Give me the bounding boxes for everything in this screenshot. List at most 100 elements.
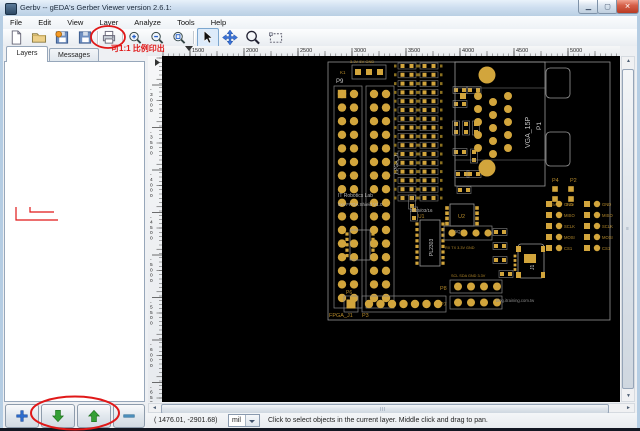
zoom-fit-button[interactable] bbox=[171, 30, 187, 45]
power-header-pads bbox=[355, 69, 383, 75]
tab-messages[interactable]: Messages bbox=[49, 48, 99, 62]
svg-text:0: 0 bbox=[150, 230, 153, 236]
spi-gnd: GND bbox=[602, 202, 611, 207]
svg-text:5: 5 bbox=[150, 310, 153, 316]
vga-label: VGA_15P bbox=[525, 117, 532, 148]
svg-text:5: 5 bbox=[150, 305, 153, 311]
minimize-button[interactable]: ▁ bbox=[578, 0, 599, 14]
units-combo[interactable]: mil bbox=[228, 414, 260, 427]
status-bar: ( 1476.01, -2901.68) mil Click to select… bbox=[146, 413, 637, 428]
p2-label: P2 bbox=[570, 178, 577, 184]
menu-layer[interactable]: Layer bbox=[92, 16, 125, 27]
zoom-tool-icon bbox=[246, 30, 260, 45]
scroll-down-icon[interactable]: ▼ bbox=[626, 394, 631, 399]
maximize-button[interactable]: ▢ bbox=[597, 0, 618, 14]
save-icon bbox=[78, 31, 92, 44]
svg-text:2000: 2000 bbox=[246, 48, 258, 54]
save-as-icon bbox=[55, 30, 69, 44]
spi-sclk: SCLK bbox=[602, 224, 613, 229]
plus-icon bbox=[16, 410, 28, 422]
status-hint: Click to select objects in the current l… bbox=[268, 417, 488, 424]
svg-text:0: 0 bbox=[150, 273, 153, 279]
p8-label: P8 bbox=[440, 286, 447, 292]
fpga-j1-label: FPGA_J1 bbox=[329, 313, 353, 319]
menu-tools[interactable]: Tools bbox=[170, 16, 202, 27]
menu-edit[interactable]: Edit bbox=[31, 16, 58, 27]
svg-text:5000: 5000 bbox=[570, 48, 582, 54]
title-bar[interactable]: Gerbv -- gEDA's Gerber Viewer version 2.… bbox=[0, 0, 640, 17]
svg-text:0: 0 bbox=[150, 400, 153, 402]
svg-text:0: 0 bbox=[150, 150, 153, 156]
menu-bar: File Edit View Layer Analyze Tools Help bbox=[3, 16, 637, 30]
tab-layers[interactable]: Layers bbox=[6, 46, 48, 62]
menu-analyze[interactable]: Analyze bbox=[127, 16, 168, 27]
new-file-button[interactable] bbox=[8, 30, 24, 45]
units-dropdown-arrow-icon[interactable] bbox=[245, 415, 259, 426]
open-folder-icon bbox=[31, 33, 47, 43]
remove-layer-button[interactable] bbox=[113, 404, 145, 428]
svg-text:3000: 3000 bbox=[354, 48, 366, 54]
svg-text:4500: 4500 bbox=[516, 48, 528, 54]
annotation-print-note: 可1:1 比例印出 bbox=[111, 44, 165, 53]
scroll-up-icon[interactable]: ▲ bbox=[626, 59, 631, 64]
move-layer-down-button[interactable] bbox=[41, 404, 75, 428]
silk-date-text: 2015/03/16 bbox=[410, 208, 433, 213]
menu-file[interactable]: File bbox=[3, 16, 29, 27]
svg-text:6: 6 bbox=[150, 390, 153, 396]
svg-text:0: 0 bbox=[150, 193, 153, 199]
spi-sclk: SCLK bbox=[564, 224, 575, 229]
toolbar-separator bbox=[193, 31, 195, 44]
spi-miso: MISO bbox=[602, 213, 613, 218]
url-text: blog.itraining.com.tw bbox=[496, 298, 535, 303]
svg-text:0: 0 bbox=[150, 145, 153, 151]
scl-labels: SCL SDA GND 3.3V bbox=[451, 274, 486, 278]
svg-text:6: 6 bbox=[150, 347, 153, 353]
save-button[interactable] bbox=[77, 30, 93, 45]
k1-label: K1 bbox=[340, 70, 346, 75]
svg-text:0: 0 bbox=[150, 188, 153, 194]
svg-text:3: 3 bbox=[150, 92, 153, 98]
move-layer-up-button[interactable] bbox=[77, 404, 111, 428]
close-button[interactable]: ✕ bbox=[616, 0, 639, 14]
svg-text:5: 5 bbox=[150, 140, 153, 146]
svg-text:5: 5 bbox=[150, 262, 153, 268]
svg-text:0: 0 bbox=[150, 267, 153, 273]
pointer-tool-button[interactable] bbox=[199, 30, 215, 45]
svg-text:1500: 1500 bbox=[192, 48, 204, 54]
units-value: mil bbox=[232, 417, 241, 424]
scroll-left-icon[interactable]: ◄ bbox=[152, 406, 157, 411]
app-icon bbox=[5, 3, 17, 15]
down-arrow-icon bbox=[51, 409, 65, 423]
u1-label: U1 bbox=[418, 214, 425, 220]
p3-label: P3 bbox=[362, 313, 369, 319]
svg-text:0: 0 bbox=[150, 235, 153, 241]
zoom-fit-icon bbox=[173, 31, 186, 44]
svg-text:0: 0 bbox=[150, 182, 153, 188]
u2-label: U2 bbox=[458, 214, 465, 220]
svg-text:0: 0 bbox=[150, 278, 153, 284]
measure-tool-button[interactable] bbox=[268, 30, 284, 45]
close-icon: ✕ bbox=[624, 3, 631, 10]
pointer-icon bbox=[203, 30, 213, 44]
save-as-button[interactable] bbox=[54, 30, 70, 45]
canvas-v-scrollbar[interactable]: ▲ ▼ ≡ bbox=[621, 56, 635, 402]
canvas-v-scrollbar-thumb[interactable]: ≡ bbox=[622, 69, 634, 389]
pcb-canvas[interactable]: P9 FPGA_J1 FPGA_J1 P3 3.3V 5V GND K1 VGA… bbox=[162, 56, 620, 402]
j1-label: J1 bbox=[530, 265, 536, 271]
svg-text:3500: 3500 bbox=[408, 48, 420, 54]
menu-help[interactable]: Help bbox=[204, 16, 233, 27]
spi-miso: MISO bbox=[564, 213, 575, 218]
canvas-h-scrollbar[interactable]: ◄ ► III bbox=[148, 403, 635, 414]
silk-lab-text: IT Robotics Lab bbox=[338, 193, 373, 199]
open-button[interactable] bbox=[31, 30, 47, 45]
svg-text:0: 0 bbox=[150, 320, 153, 326]
add-layer-button[interactable] bbox=[5, 404, 39, 428]
spi-gnd: GND bbox=[564, 202, 573, 207]
spi-cs1: CS1 bbox=[602, 246, 611, 251]
pan-tool-button[interactable] bbox=[222, 30, 238, 45]
pcb-drawing: P9 FPGA_J1 FPGA_J1 P3 3.3V 5V GND K1 VGA… bbox=[162, 56, 620, 402]
zoom-tool-button[interactable] bbox=[245, 30, 261, 45]
menu-view[interactable]: View bbox=[60, 16, 90, 27]
pan-icon bbox=[222, 30, 238, 45]
scroll-right-icon[interactable]: ► bbox=[626, 406, 631, 411]
